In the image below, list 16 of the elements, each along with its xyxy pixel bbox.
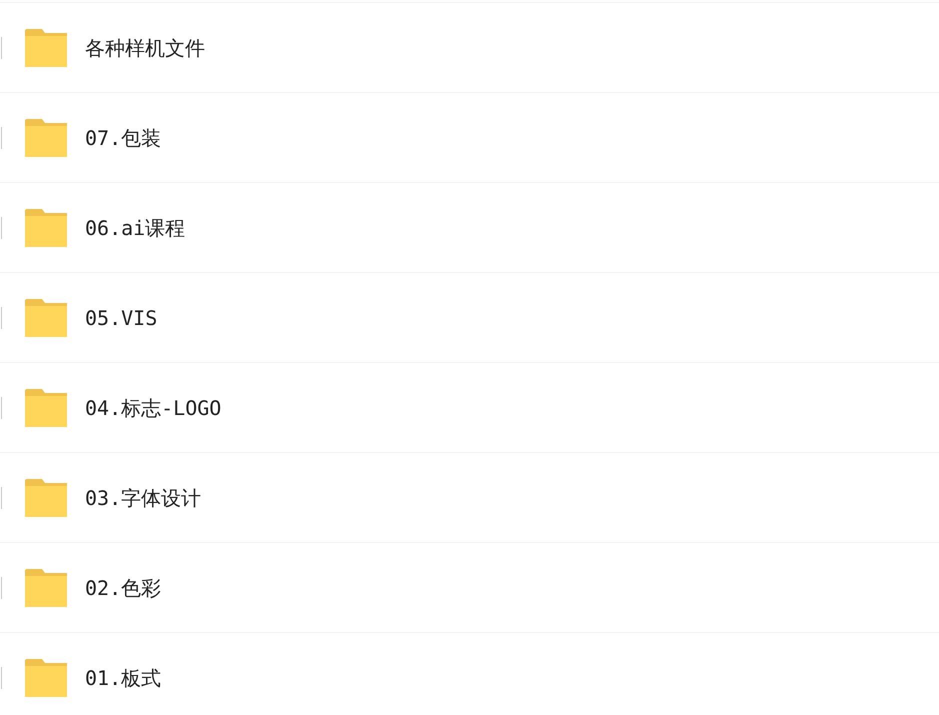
folder-icon [25,478,67,516]
folder-name[interactable]: 07.包装 [85,122,162,152]
folder-icon [25,208,67,246]
folder-name[interactable]: 03.字体设计 [85,482,202,512]
folder-name[interactable]: 06.ai课程 [85,212,186,242]
folder-icon [25,118,67,156]
folder-icon [25,388,67,426]
folder-icon [25,658,67,696]
folder-name[interactable]: 05.VIS [85,302,158,332]
folder-name[interactable]: 04.标志-LOGO [85,392,222,422]
folder-icon [25,298,67,336]
folder-icon [25,28,67,66]
folder-icon [25,568,67,606]
folder-name[interactable]: 01.板式 [85,662,162,692]
folder-name[interactable]: 02.色彩 [85,572,162,602]
folder-name[interactable]: 各种样机文件 [85,32,205,62]
